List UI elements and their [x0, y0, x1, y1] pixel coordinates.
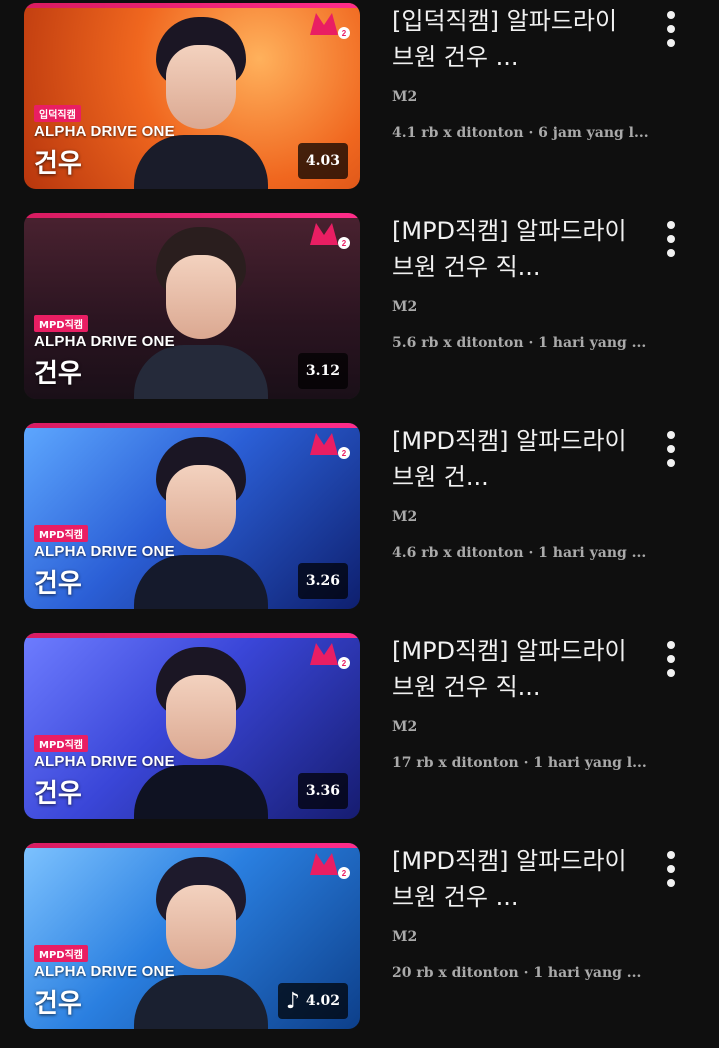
duration-badge: 4.03 — [297, 143, 348, 179]
video-thumbnail[interactable]: 2 MPD직캠 ALPHA DRIVE ONE 건우 3.36 — [24, 633, 360, 819]
thumbnail-group-name: ALPHA DRIVE ONE — [34, 963, 175, 980]
video-title[interactable]: [MPD직캠] 알파드라이브원 건우 ... — [392, 843, 630, 915]
thumbnail-tag: 입덕직캠 — [34, 105, 81, 122]
video-thumbnail[interactable]: 2 MPD직캠 ALPHA DRIVE ONE 건우 3.26 — [24, 423, 360, 609]
svg-text:2: 2 — [342, 239, 347, 248]
video-item[interactable]: 2 MPD직캠 ALPHA DRIVE ONE 건우 3.36 [MPD직캠] … — [0, 633, 719, 819]
video-item[interactable]: 2 MPD직캠 ALPHA DRIVE ONE 건우 3.12 [MPD직캠] … — [0, 213, 719, 399]
video-thumbnail[interactable]: 2 MPD직캠 ALPHA DRIVE ONE 건우 ♪ 4.02 — [24, 843, 360, 1029]
channel-name[interactable]: M2 — [392, 719, 417, 735]
music-note-icon: ♪ — [285, 988, 300, 1014]
duration-text: 3.12 — [305, 363, 340, 379]
video-item[interactable]: 2 입덕직캠 ALPHA DRIVE ONE 건우 4.03 [입덕직캠] 알파… — [0, 3, 719, 189]
duration-text: 3.26 — [305, 573, 340, 589]
svg-text:2: 2 — [342, 659, 347, 668]
thumbnail-tag: MPD직캠 — [34, 735, 88, 752]
video-item[interactable]: 2 MPD직캠 ALPHA DRIVE ONE 건우 3.26 [MPD직캠] … — [0, 423, 719, 609]
video-thumbnail[interactable]: 2 입덕직캠 ALPHA DRIVE ONE 건우 4.03 — [24, 3, 360, 189]
thumbnail-tag: MPD직캠 — [34, 945, 88, 962]
more-vertical-icon[interactable] — [658, 431, 684, 471]
more-vertical-icon[interactable] — [658, 11, 684, 51]
video-meta: 17 rb x ditonton · 1 hari yang l... — [392, 755, 647, 771]
more-vertical-icon[interactable] — [658, 641, 684, 681]
thumbnail-member-name: 건우 — [34, 989, 82, 1019]
channel-name[interactable]: M2 — [392, 929, 417, 945]
m2-logo-icon: 2 — [310, 13, 350, 39]
video-meta: 4.1 rb x ditonton · 6 jam yang l... — [392, 125, 649, 141]
thumbnail-tag: MPD직캠 — [34, 525, 88, 542]
video-title[interactable]: [입덕직캠] 알파드라이브원 건우 ... — [392, 3, 630, 75]
thumbnail-member-name: 건우 — [34, 779, 82, 809]
duration-badge: ♪ 4.02 — [277, 983, 348, 1019]
thumbnail-tag: MPD직캠 — [34, 315, 88, 332]
duration-badge: 3.36 — [297, 773, 348, 809]
video-title[interactable]: [MPD직캠] 알파드라이브원 건우 직... — [392, 633, 630, 705]
thumbnail-member-name: 건우 — [34, 149, 82, 179]
m2-logo-icon: 2 — [310, 853, 350, 879]
m2-logo-icon: 2 — [310, 433, 350, 459]
thumbnail-group-name: ALPHA DRIVE ONE — [34, 543, 175, 560]
video-meta: 4.6 rb x ditonton · 1 hari yang ... — [392, 545, 647, 561]
thumbnail-member-name: 건우 — [34, 359, 82, 389]
channel-name[interactable]: M2 — [392, 89, 417, 105]
video-thumbnail[interactable]: 2 MPD직캠 ALPHA DRIVE ONE 건우 3.12 — [24, 213, 360, 399]
m2-logo-icon: 2 — [310, 643, 350, 669]
video-title[interactable]: [MPD직캠] 알파드라이브원 건우 직... — [392, 213, 630, 285]
video-title[interactable]: [MPD직캠] 알파드라이브원 건... — [392, 423, 630, 495]
thumbnail-group-name: ALPHA DRIVE ONE — [34, 753, 175, 770]
duration-badge: 3.12 — [297, 353, 348, 389]
duration-text: 4.03 — [305, 153, 340, 169]
channel-name[interactable]: M2 — [392, 299, 417, 315]
duration-text: 4.02 — [305, 993, 340, 1009]
video-meta: 5.6 rb x ditonton · 1 hari yang ... — [392, 335, 647, 351]
more-vertical-icon[interactable] — [658, 221, 684, 261]
m2-logo-icon: 2 — [310, 223, 350, 249]
thumbnail-group-name: ALPHA DRIVE ONE — [34, 123, 175, 140]
svg-text:2: 2 — [342, 29, 347, 38]
duration-text: 3.36 — [305, 783, 340, 799]
channel-name[interactable]: M2 — [392, 509, 417, 525]
video-item[interactable]: 2 MPD직캠 ALPHA DRIVE ONE 건우 ♪ 4.02 [MPD직캠… — [0, 843, 719, 1029]
svg-text:2: 2 — [342, 449, 347, 458]
svg-text:2: 2 — [342, 869, 347, 878]
thumbnail-group-name: ALPHA DRIVE ONE — [34, 333, 175, 350]
video-meta: 20 rb x ditonton · 1 hari yang ... — [392, 965, 642, 981]
thumbnail-member-name: 건우 — [34, 569, 82, 599]
more-vertical-icon[interactable] — [658, 851, 684, 891]
duration-badge: 3.26 — [297, 563, 348, 599]
